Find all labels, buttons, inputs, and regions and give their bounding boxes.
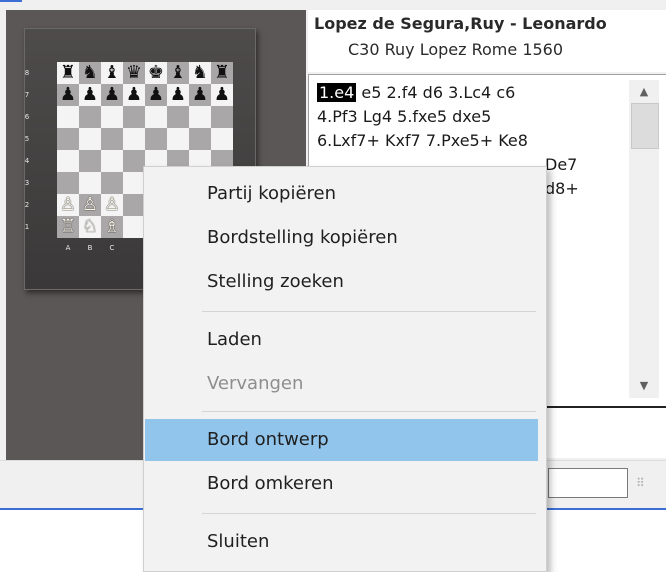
menu-item-board-design[interactable]: Bord ontwerp <box>145 419 538 461</box>
menu-item-close[interactable]: Sluiten <box>145 521 538 563</box>
rank-label-1: 1 <box>24 223 30 231</box>
board-square[interactable] <box>211 128 233 150</box>
board-square[interactable]: ♙ <box>79 194 101 216</box>
board-square[interactable] <box>101 172 123 194</box>
game-players: Lopez de Segura,Ruy - Leonardo <box>314 14 607 33</box>
menu-item-copy-game[interactable]: Partij kopiëren <box>145 173 538 215</box>
board-square[interactable] <box>123 150 145 172</box>
board-square[interactable]: ♟ <box>79 84 101 106</box>
rank-label-8: 8 <box>24 69 30 77</box>
board-square[interactable]: ♘ <box>79 216 101 238</box>
board-square[interactable]: ♝ <box>167 62 189 84</box>
board-square[interactable] <box>57 172 79 194</box>
scroll-down-arrow-icon[interactable]: ▼ <box>629 374 659 396</box>
board-square[interactable] <box>101 128 123 150</box>
move-text[interactable]: e5 2.f4 d6 3.Lc4 c6 <box>356 83 515 102</box>
board-square[interactable]: ♙ <box>57 194 79 216</box>
board-square[interactable] <box>167 128 189 150</box>
board-square[interactable] <box>189 128 211 150</box>
current-move[interactable]: 1.e4 <box>317 83 357 102</box>
board-square[interactable]: ♞ <box>79 62 101 84</box>
board-square[interactable] <box>79 172 101 194</box>
board-square[interactable]: ♟ <box>211 84 233 106</box>
window-accent-line <box>0 0 22 2</box>
board-square[interactable]: ♟ <box>123 84 145 106</box>
menu-separator <box>202 311 536 312</box>
file-label-c: C <box>109 244 115 252</box>
board-square[interactable] <box>101 150 123 172</box>
board-square[interactable] <box>57 128 79 150</box>
rank-label-2: 2 <box>24 201 30 209</box>
menu-item-replace[interactable]: Vervangen <box>145 363 538 405</box>
board-square[interactable]: ♞ <box>189 62 211 84</box>
board-square[interactable]: ♟ <box>57 84 79 106</box>
board-square[interactable] <box>79 106 101 128</box>
move-line[interactable]: 1.e4 e5 2.f4 d6 3.Lc4 c6 <box>317 81 617 105</box>
rank-label-3: 3 <box>24 179 30 187</box>
board-square[interactable] <box>79 128 101 150</box>
board-square[interactable] <box>79 150 101 172</box>
rank-label-7: 7 <box>24 91 30 99</box>
board-square[interactable]: ♖ <box>57 216 79 238</box>
move-line[interactable]: 4.Pf3 Lg4 5.fxe5 dxe5 <box>317 105 617 129</box>
board-square[interactable] <box>123 172 145 194</box>
board-square[interactable] <box>123 128 145 150</box>
move-line[interactable]: 6.Lxf7+ Kxf7 7.Pxe5+ Ke8 <box>317 129 617 153</box>
menu-item-copy-position[interactable]: Bordstelling kopiëren <box>145 217 538 259</box>
file-label-a: A <box>65 244 71 252</box>
game-info: C30 Ruy Lopez Rome 1560 <box>348 40 564 59</box>
board-square[interactable] <box>123 216 145 238</box>
board-square[interactable]: ♟ <box>145 84 167 106</box>
rank-label-4: 4 <box>24 157 30 165</box>
board-square[interactable] <box>145 106 167 128</box>
board-square[interactable]: ♟ <box>189 84 211 106</box>
board-square[interactable]: ♟ <box>167 84 189 106</box>
board-square[interactable] <box>101 106 123 128</box>
board-square[interactable] <box>123 194 145 216</box>
board-square[interactable]: ♜ <box>57 62 79 84</box>
board-square[interactable] <box>211 106 233 128</box>
board-square[interactable]: ♚ <box>145 62 167 84</box>
board-square[interactable]: ♜ <box>211 62 233 84</box>
board-square[interactable] <box>57 106 79 128</box>
rank-label-6: 6 <box>24 113 30 121</box>
menu-item-flip-board[interactable]: Bord omkeren <box>145 463 538 505</box>
status-input-field[interactable] <box>548 468 628 498</box>
board-square[interactable]: ♝ <box>101 62 123 84</box>
board-square[interactable]: ♙ <box>101 194 123 216</box>
menu-separator <box>202 411 536 412</box>
board-square[interactable] <box>167 106 189 128</box>
board-square[interactable] <box>189 106 211 128</box>
game-header: Lopez de Segura,Ruy - Leonardo C30 Ruy L… <box>308 10 666 72</box>
menu-item-search-position[interactable]: Stelling zoeken <box>145 261 538 303</box>
board-square[interactable]: ♗ <box>101 216 123 238</box>
scrollbar-thumb[interactable] <box>631 103 659 149</box>
menu-separator <box>202 513 536 514</box>
resize-grip-icon[interactable]: ⠿ <box>636 476 645 490</box>
context-menu: Partij kopiëren Bordstelling kopiëren St… <box>143 166 547 572</box>
scroll-up-arrow-icon[interactable]: ▲ <box>629 80 659 102</box>
board-square[interactable] <box>123 106 145 128</box>
board-square[interactable]: ♟ <box>101 84 123 106</box>
board-square[interactable]: ♛ <box>123 62 145 84</box>
menu-item-load[interactable]: Laden <box>145 319 538 361</box>
board-square[interactable] <box>145 128 167 150</box>
board-square[interactable] <box>57 150 79 172</box>
rank-label-5: 5 <box>24 135 30 143</box>
file-label-b: B <box>87 244 93 252</box>
